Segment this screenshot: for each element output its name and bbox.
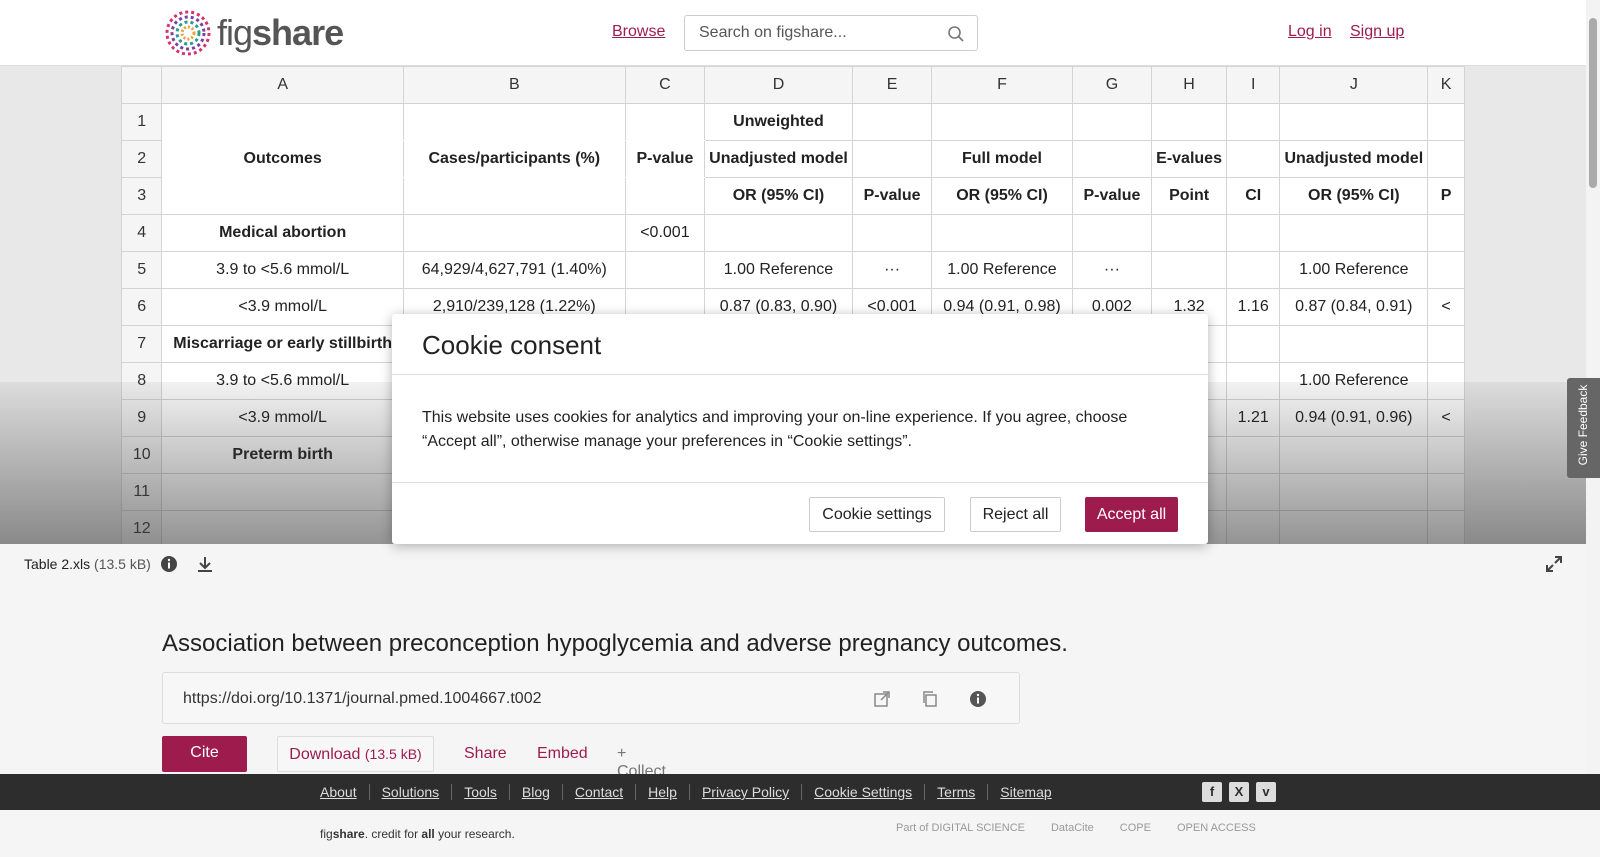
modal-divider-bottom	[392, 482, 1208, 483]
accept-all-button[interactable]: Accept all	[1085, 497, 1178, 532]
cookie-settings-button[interactable]: Cookie settings	[809, 497, 945, 532]
reject-all-button[interactable]: Reject all	[970, 497, 1061, 532]
modal-divider-top	[392, 374, 1208, 375]
cookie-consent-dialog: Cookie consent This website uses cookies…	[392, 314, 1208, 544]
modal-overlay: Cookie consent This website uses cookies…	[0, 0, 1600, 857]
modal-body-text: This website uses cookies for analytics …	[422, 409, 1128, 450]
modal-title: Cookie consent	[422, 330, 602, 360]
